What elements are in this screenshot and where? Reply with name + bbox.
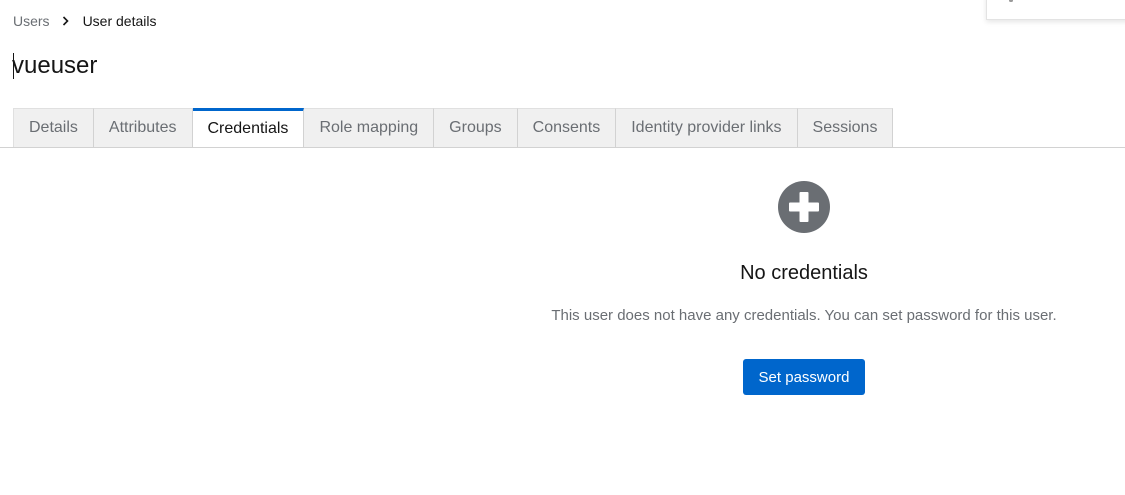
tab-groups[interactable]: Groups bbox=[434, 108, 518, 148]
menu-item-fragment bbox=[1009, 0, 1013, 2]
floating-menu-panel bbox=[986, 0, 1125, 20]
tab-role-mapping[interactable]: Role mapping bbox=[304, 108, 435, 148]
breadcrumb-users-link[interactable]: Users bbox=[13, 12, 50, 30]
empty-state-body: This user does not have any credentials.… bbox=[551, 307, 1057, 324]
tab-details[interactable]: Details bbox=[13, 108, 94, 148]
tab-label: Credentials bbox=[207, 120, 289, 137]
tabs-divider bbox=[0, 147, 1125, 148]
user-tabs: Details Attributes Credentials Role mapp… bbox=[13, 108, 894, 148]
tab-label: Groups bbox=[449, 119, 502, 136]
breadcrumb: Users User details bbox=[13, 12, 156, 30]
set-password-button[interactable]: Set password bbox=[742, 359, 866, 395]
breadcrumb-current: User details bbox=[82, 13, 157, 29]
tab-sessions[interactable]: Sessions bbox=[797, 108, 894, 148]
tab-attributes[interactable]: Attributes bbox=[93, 108, 193, 148]
tab-label: Consents bbox=[532, 119, 601, 136]
empty-state: No credentials This user does not have a… bbox=[484, 180, 1124, 395]
tab-label: Role mapping bbox=[319, 119, 419, 136]
page-title-text: vueuser bbox=[12, 52, 98, 79]
tab-label: Sessions bbox=[812, 119, 878, 136]
tab-label: Details bbox=[29, 119, 78, 136]
chevron-right-icon bbox=[62, 16, 69, 26]
user-details-page: Users User details vueuser Details Attri… bbox=[0, 0, 1125, 495]
text-cursor bbox=[13, 53, 14, 79]
tab-identity-provider-links[interactable]: Identity provider links bbox=[616, 108, 798, 148]
tab-label: Identity provider links bbox=[631, 119, 782, 136]
page-title: vueuser bbox=[12, 50, 97, 82]
empty-state-title: No credentials bbox=[740, 262, 868, 284]
tab-label: Attributes bbox=[108, 119, 177, 136]
tab-consents[interactable]: Consents bbox=[517, 108, 617, 148]
tab-credentials[interactable]: Credentials bbox=[192, 108, 305, 148]
plus-circle-icon bbox=[777, 180, 831, 234]
